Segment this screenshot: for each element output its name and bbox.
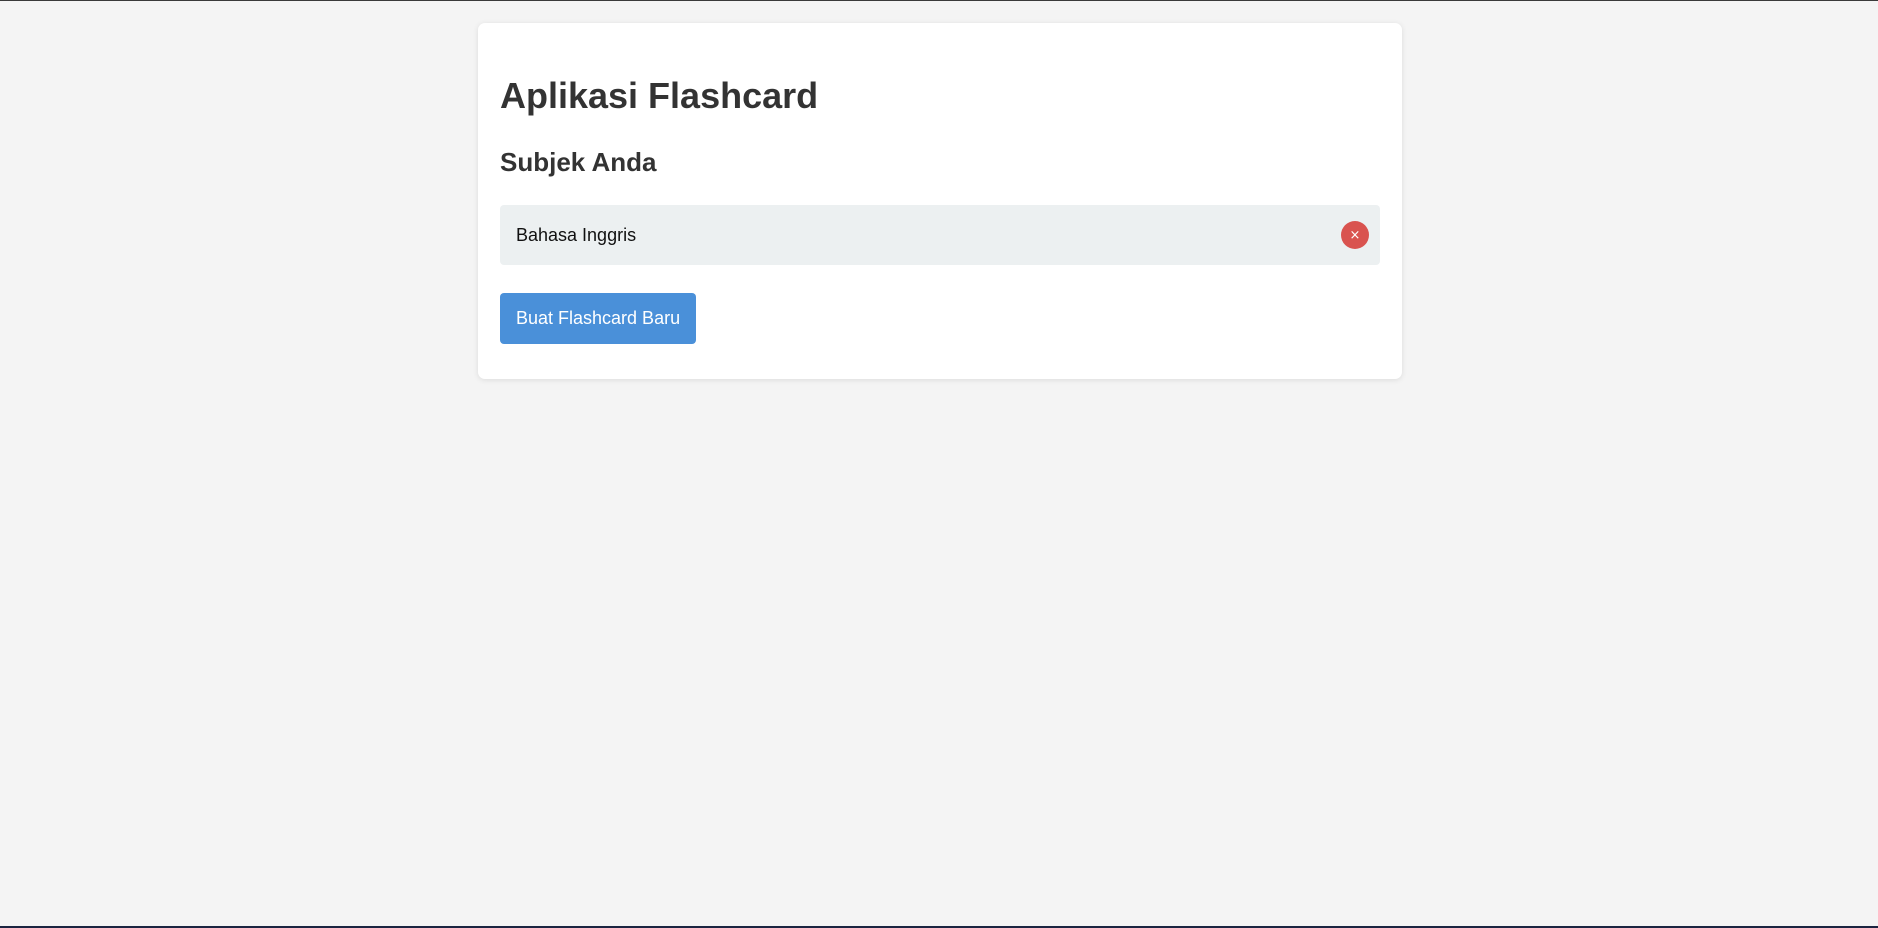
subjects-heading: Subjek Anda <box>500 147 657 177</box>
subject-item[interactable]: Bahasa Inggris × <box>500 205 1380 265</box>
subject-name: Bahasa Inggris <box>516 224 637 245</box>
app-title: Aplikasi Flashcard <box>500 75 819 116</box>
main-card: Aplikasi Flashcard Subjek Anda Bahasa In… <box>478 23 1402 379</box>
window-top-border <box>0 0 1878 1</box>
close-icon: × <box>1349 227 1361 243</box>
delete-subject-button[interactable]: × <box>1341 221 1369 249</box>
subject-list: Bahasa Inggris × <box>500 205 1380 265</box>
create-flashcard-button[interactable]: Buat Flashcard Baru <box>500 293 697 344</box>
